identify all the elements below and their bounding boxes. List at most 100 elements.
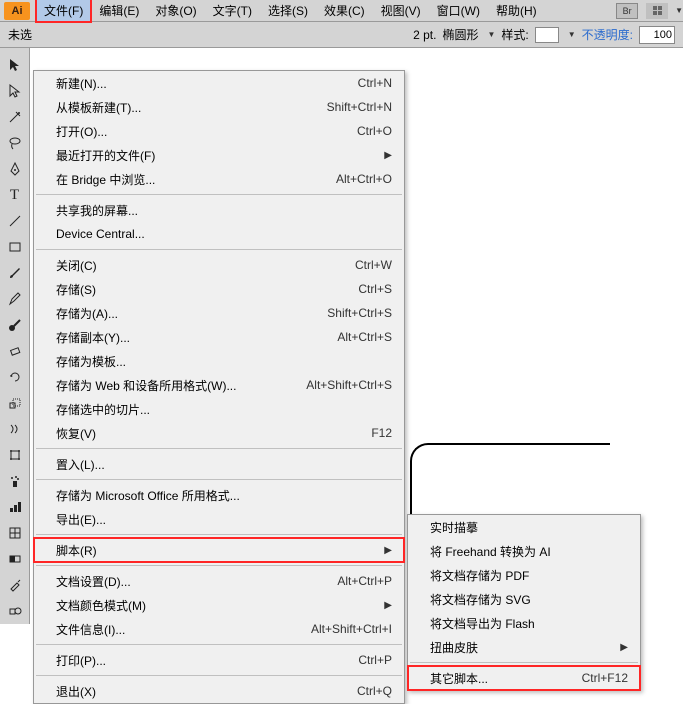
menu-item[interactable]: 打开(O)...Ctrl+O <box>34 119 404 143</box>
bridge-icon[interactable]: Br <box>616 3 638 19</box>
menu-item[interactable]: 存储选中的切片... <box>34 397 404 421</box>
blob-brush-tool-icon[interactable] <box>3 313 27 337</box>
menu-item[interactable]: 存储副本(Y)...Alt+Ctrl+S <box>34 325 404 349</box>
menu-item[interactable]: 打印(P)...Ctrl+P <box>34 648 404 672</box>
direct-selection-tool-icon[interactable] <box>3 79 27 103</box>
scale-tool-icon[interactable] <box>3 391 27 415</box>
menu-item[interactable]: 文档设置(D)...Alt+Ctrl+P <box>34 569 404 593</box>
menu-item-shortcut: Ctrl+P <box>358 653 392 667</box>
menu-item[interactable]: 存储为 Microsoft Office 所用格式... <box>34 483 404 507</box>
menu-item-shortcut: Alt+Ctrl+P <box>337 574 392 588</box>
menu-edit[interactable]: 编辑(E) <box>91 0 147 22</box>
menu-separator <box>36 644 402 645</box>
menu-item-shortcut: Ctrl+N <box>358 76 392 90</box>
stroke-profile[interactable]: 椭圆形 <box>442 26 478 43</box>
menu-item[interactable]: 最近打开的文件(F)▶ <box>34 143 404 167</box>
style-swatch[interactable] <box>535 27 559 43</box>
menu-item[interactable]: 关闭(C)Ctrl+W <box>34 253 404 277</box>
pencil-tool-icon[interactable] <box>3 287 27 311</box>
lasso-tool-icon[interactable] <box>3 131 27 155</box>
menu-file[interactable]: 文件(F) <box>36 0 91 22</box>
menu-item-label: 共享我的屏幕... <box>56 202 392 219</box>
mesh-tool-icon[interactable] <box>3 521 27 545</box>
menu-item-label: 关闭(C) <box>56 257 355 274</box>
eyedropper-tool-icon[interactable] <box>3 573 27 597</box>
menu-item[interactable]: Device Central... <box>34 222 404 246</box>
gradient-tool-icon[interactable] <box>3 547 27 571</box>
menu-item[interactable]: 存储为模板... <box>34 349 404 373</box>
menu-object[interactable]: 对象(O) <box>147 0 204 22</box>
menu-item-label: 存储为模板... <box>56 353 392 370</box>
menu-item[interactable]: 新建(N)...Ctrl+N <box>34 71 404 95</box>
paintbrush-tool-icon[interactable] <box>3 261 27 285</box>
submenu-item-label: 扭曲皮肤 <box>430 639 612 656</box>
menu-separator <box>36 675 402 676</box>
menu-view[interactable]: 视图(V) <box>373 0 429 22</box>
stroke-weight[interactable]: 2 pt. <box>413 28 436 42</box>
menu-item-shortcut: Alt+Shift+Ctrl+S <box>306 378 392 392</box>
menu-item[interactable]: 恢复(V)F12 <box>34 421 404 445</box>
submenu-item-label: 其它脚本... <box>430 670 582 687</box>
menu-item-label: 退出(X) <box>56 683 357 700</box>
menu-item[interactable]: 文件信息(I)...Alt+Shift+Ctrl+I <box>34 617 404 641</box>
menu-item[interactable]: 共享我的屏幕... <box>34 198 404 222</box>
menu-select[interactable]: 选择(S) <box>260 0 316 22</box>
magic-wand-tool-icon[interactable] <box>3 105 27 129</box>
submenu-item[interactable]: 将 Freehand 转换为 AI <box>408 539 640 563</box>
submenu-item[interactable]: 将文档存储为 PDF <box>408 563 640 587</box>
arrange-icon[interactable] <box>646 3 668 19</box>
menu-help[interactable]: 帮助(H) <box>488 0 545 22</box>
menu-separator <box>36 194 402 195</box>
menu-item[interactable]: 存储为 Web 和设备所用格式(W)...Alt+Shift+Ctrl+S <box>34 373 404 397</box>
rotate-tool-icon[interactable] <box>3 365 27 389</box>
menu-separator <box>410 662 638 663</box>
submenu-item[interactable]: 扭曲皮肤▶ <box>408 635 640 659</box>
menu-item[interactable]: 脚本(R)▶ <box>34 538 404 562</box>
menu-item[interactable]: 文档颜色模式(M)▶ <box>34 593 404 617</box>
free-transform-tool-icon[interactable] <box>3 443 27 467</box>
submenu-item[interactable]: 其它脚本...Ctrl+F12 <box>408 666 640 690</box>
selection-label: 未选 <box>8 26 32 43</box>
rectangle-tool-icon[interactable] <box>3 235 27 259</box>
menu-item-label: 存储副本(Y)... <box>56 329 337 346</box>
chevron-down-icon[interactable]: ▼ <box>487 30 495 39</box>
menu-item-label: 文档设置(D)... <box>56 573 337 590</box>
menu-item[interactable]: 从模板新建(T)...Shift+Ctrl+N <box>34 95 404 119</box>
opacity-input[interactable] <box>639 26 675 44</box>
warp-tool-icon[interactable] <box>3 417 27 441</box>
eraser-tool-icon[interactable] <box>3 339 27 363</box>
menu-item-label: 在 Bridge 中浏览... <box>56 171 336 188</box>
menu-item-shortcut: Alt+Ctrl+O <box>336 172 392 186</box>
menu-item-shortcut: Alt+Shift+Ctrl+I <box>311 622 392 636</box>
menu-item-shortcut: F12 <box>371 426 392 440</box>
menu-item[interactable]: 导出(E)... <box>34 507 404 531</box>
chevron-down-icon[interactable]: ▼ <box>568 30 576 39</box>
menu-item[interactable]: 在 Bridge 中浏览...Alt+Ctrl+O <box>34 167 404 191</box>
menu-effect[interactable]: 效果(C) <box>316 0 373 22</box>
menu-type[interactable]: 文字(T) <box>205 0 260 22</box>
menu-item-shortcut: Ctrl+W <box>355 258 392 272</box>
options-bar: 未选 2 pt. 椭圆形 ▼ 样式: ▼ 不透明度: <box>0 22 683 48</box>
menu-item-shortcut: Ctrl+S <box>358 282 392 296</box>
selection-tool-icon[interactable] <box>3 53 27 77</box>
submenu-item[interactable]: 实时描摹 <box>408 515 640 539</box>
symbol-sprayer-tool-icon[interactable] <box>3 469 27 493</box>
menubar: Ai 文件(F) 编辑(E) 对象(O) 文字(T) 选择(S) 效果(C) 视… <box>0 0 683 22</box>
menu-separator <box>36 249 402 250</box>
main-area: T 新建(N)...Ctrl+N从模板新建(T)...Shift+Ctrl+N打… <box>0 48 683 638</box>
menu-item[interactable]: 退出(X)Ctrl+Q <box>34 679 404 703</box>
opacity-label[interactable]: 不透明度: <box>582 26 633 43</box>
line-tool-icon[interactable] <box>3 209 27 233</box>
graph-tool-icon[interactable] <box>3 495 27 519</box>
submenu-item[interactable]: 将文档导出为 Flash <box>408 611 640 635</box>
menu-window[interactable]: 窗口(W) <box>429 0 488 22</box>
style-label: 样式: <box>501 26 528 43</box>
menu-item[interactable]: 置入(L)... <box>34 452 404 476</box>
menu-item[interactable]: 存储为(A)...Shift+Ctrl+S <box>34 301 404 325</box>
blend-tool-icon[interactable] <box>3 599 27 623</box>
menu-item[interactable]: 存储(S)Ctrl+S <box>34 277 404 301</box>
type-tool-icon[interactable]: T <box>3 183 27 207</box>
caret-icon[interactable]: ▼ <box>675 6 683 15</box>
pen-tool-icon[interactable] <box>3 157 27 181</box>
submenu-item[interactable]: 将文档存储为 SVG <box>408 587 640 611</box>
